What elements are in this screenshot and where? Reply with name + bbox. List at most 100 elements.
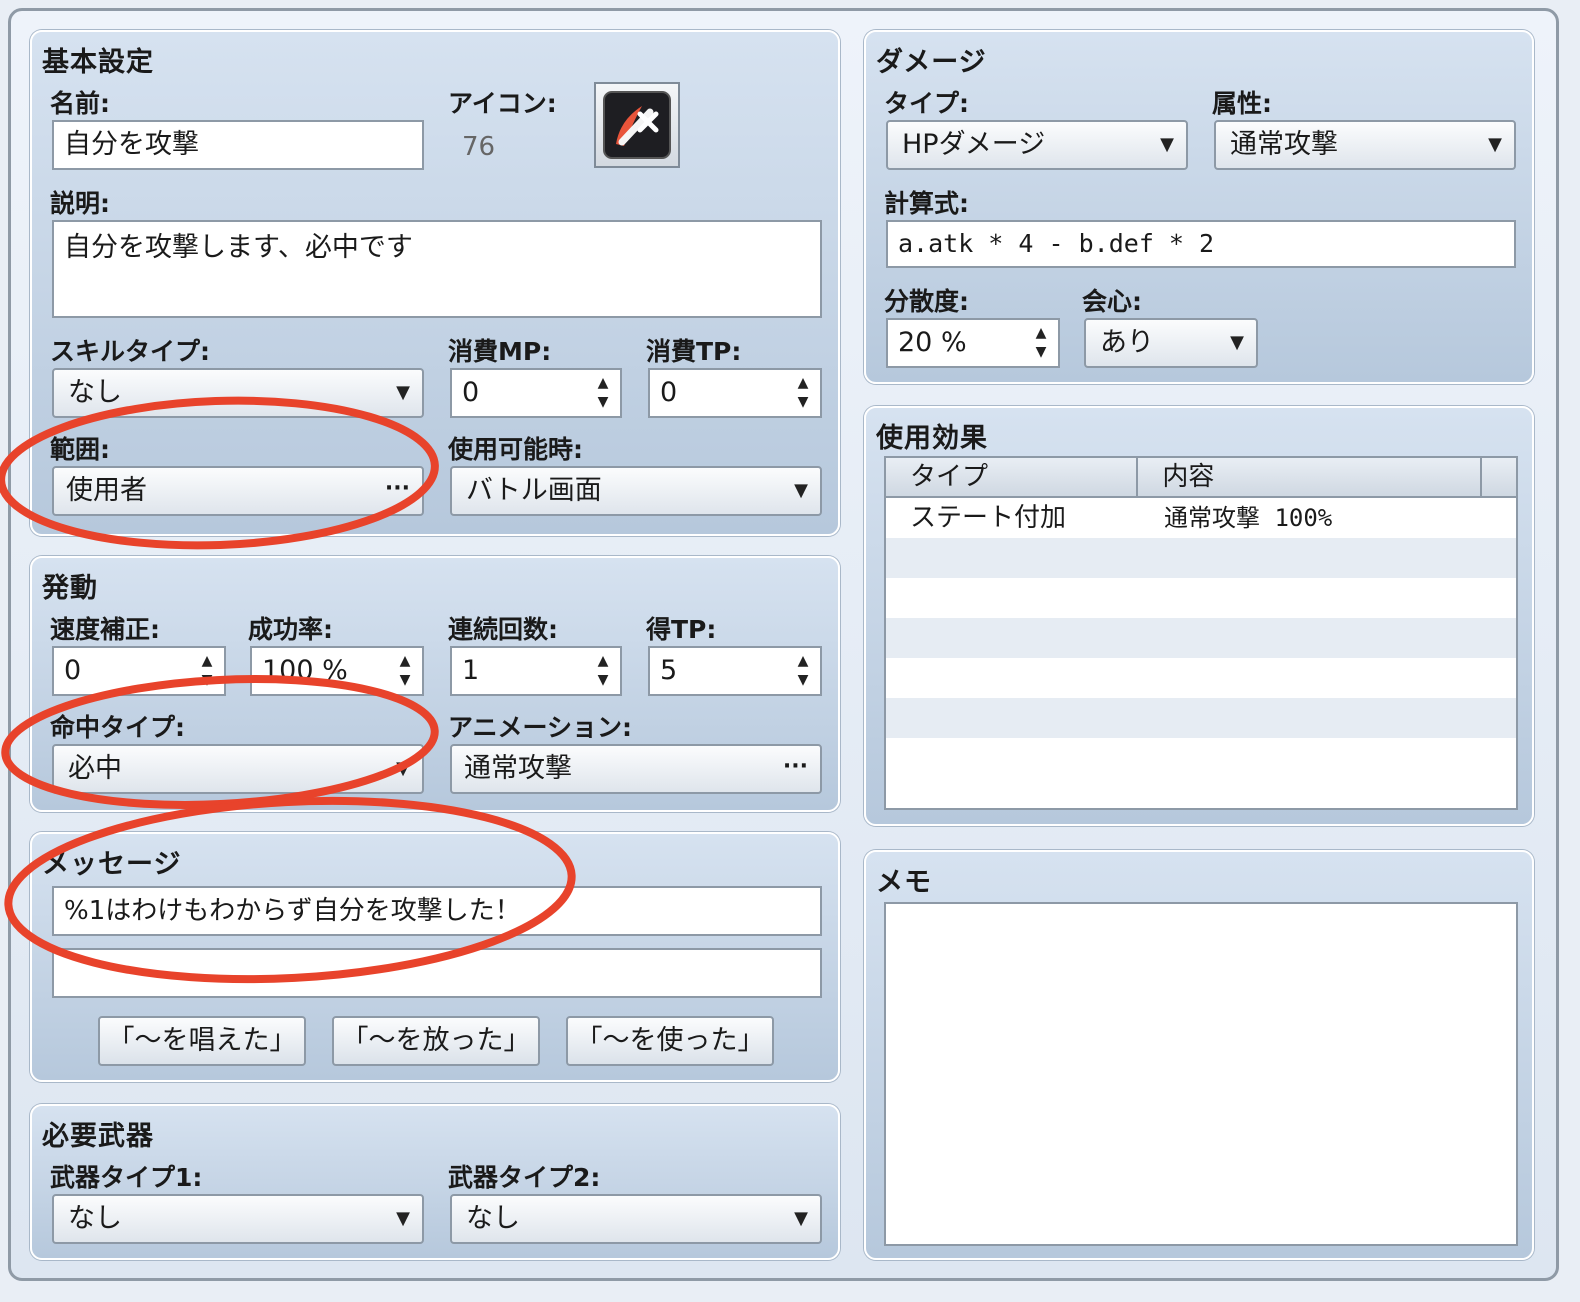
- weapon-type1-label: 武器タイプ1:: [50, 1163, 203, 1192]
- chevron-down-icon: ▼: [396, 1208, 410, 1229]
- mp-cost-value: 0: [462, 377, 480, 408]
- tp-cost-value: 0: [660, 377, 678, 408]
- success-label: 成功率:: [248, 615, 333, 644]
- ellipsis-icon: ···: [782, 754, 808, 779]
- speed-value: 0: [64, 655, 82, 686]
- hit-type-value: 必中: [68, 753, 122, 784]
- scope-select[interactable]: 使用者 ···: [52, 466, 424, 516]
- occasion-value: バトル画面: [466, 475, 602, 506]
- scope-value: 使用者: [66, 475, 147, 506]
- row-type: ステート付加: [910, 503, 1067, 533]
- effects-panel: 使用効果 タイプ 内容 ステート付加 通常攻撃 100%: [864, 406, 1534, 826]
- panel-title: 基本設定: [42, 47, 154, 78]
- message-fire-button[interactable]: 「～を放った」: [332, 1016, 540, 1066]
- effects-list-header: タイプ 内容: [886, 458, 1516, 498]
- sword-icon: [603, 91, 671, 159]
- table-row[interactable]: ステート付加 通常攻撃 100%: [886, 498, 1516, 538]
- table-row[interactable]: [886, 538, 1516, 578]
- element-value: 通常攻撃: [1230, 129, 1338, 160]
- spin-arrows-icon[interactable]: ▲ ▼: [1032, 324, 1050, 362]
- damage-type-select[interactable]: HPダメージ ▼: [886, 120, 1188, 170]
- row-content: 通常攻撃 100%: [1164, 504, 1333, 532]
- repeat-stepper[interactable]: 1 ▲ ▼: [450, 646, 622, 696]
- variance-value: 20 %: [898, 327, 967, 358]
- scope-label: 範囲:: [50, 435, 110, 464]
- message-cast-button[interactable]: 「～を唱えた」: [98, 1016, 306, 1066]
- table-row[interactable]: [886, 618, 1516, 658]
- spin-arrows-icon[interactable]: ▲ ▼: [794, 652, 812, 690]
- ellipsis-icon: ···: [384, 476, 410, 501]
- message-panel: メッセージ %1はわけもわからず自分を攻撃した！ 「～を唱えた」 「～を放った」…: [30, 832, 840, 1082]
- table-row[interactable]: [886, 658, 1516, 698]
- skilltype-value: なし: [68, 377, 122, 408]
- chevron-down-icon: ▼: [396, 382, 410, 403]
- occasion-label: 使用可能時:: [448, 435, 583, 464]
- skill-icon-button[interactable]: [594, 82, 680, 168]
- skilltype-select[interactable]: なし ▼: [52, 368, 424, 418]
- weapon-type1-select[interactable]: なし ▼: [52, 1194, 424, 1244]
- variance-label: 分散度:: [884, 287, 969, 316]
- panel-title: ダメージ: [876, 47, 987, 78]
- required-weapons-panel: 必要武器 武器タイプ1: なし ▼ 武器タイプ2: なし ▼: [30, 1104, 840, 1260]
- spin-arrows-icon[interactable]: ▲ ▼: [396, 652, 414, 690]
- icon-label: アイコン:: [448, 89, 557, 118]
- table-row[interactable]: [886, 578, 1516, 618]
- column-spacer: [1482, 458, 1516, 496]
- element-label: 属性:: [1212, 89, 1272, 118]
- mp-cost-label: 消費MP:: [448, 337, 552, 366]
- memo-panel: メモ: [864, 850, 1534, 1260]
- variance-stepper[interactable]: 20 % ▲ ▼: [886, 318, 1060, 368]
- message-line1-input[interactable]: %1はわけもわからず自分を攻撃した！: [52, 886, 822, 936]
- tp-gain-label: 得TP:: [646, 615, 717, 644]
- description-input[interactable]: 自分を攻撃します、必中です: [52, 220, 822, 318]
- weapon-type2-value: なし: [466, 1203, 520, 1234]
- message-use-button[interactable]: 「～を使った」: [566, 1016, 774, 1066]
- tp-cost-stepper[interactable]: 0 ▲ ▼: [648, 368, 822, 418]
- chevron-down-icon: ▼: [794, 1208, 808, 1229]
- skilltype-label: スキルタイプ:: [50, 337, 210, 366]
- damage-type-value: HPダメージ: [902, 129, 1046, 160]
- hit-type-label: 命中タイプ:: [50, 713, 185, 742]
- hit-type-select[interactable]: 必中 ▼: [52, 744, 424, 794]
- effects-list[interactable]: タイプ 内容 ステート付加 通常攻撃 100%: [884, 456, 1518, 810]
- panel-title: メモ: [876, 867, 932, 898]
- weapon-type2-select[interactable]: なし ▼: [450, 1194, 822, 1244]
- tp-gain-stepper[interactable]: 5 ▲ ▼: [648, 646, 822, 696]
- speed-label: 速度補正:: [50, 615, 160, 644]
- table-row[interactable]: [886, 738, 1516, 778]
- spin-arrows-icon[interactable]: ▲ ▼: [594, 374, 612, 412]
- panel-title: 使用効果: [876, 423, 988, 454]
- column-content[interactable]: 内容: [1138, 458, 1483, 496]
- repeat-label: 連続回数:: [448, 615, 558, 644]
- chevron-down-icon: ▼: [1488, 134, 1502, 155]
- chevron-down-icon: ▼: [396, 758, 410, 779]
- animation-select[interactable]: 通常攻撃 ···: [450, 744, 822, 794]
- spin-arrows-icon[interactable]: ▲ ▼: [794, 374, 812, 412]
- memo-input[interactable]: [884, 902, 1518, 1246]
- message-line2-input[interactable]: [52, 948, 822, 998]
- speed-stepper[interactable]: 0 ▲ ▼: [52, 646, 226, 696]
- element-select[interactable]: 通常攻撃 ▼: [1214, 120, 1516, 170]
- panel-title: 必要武器: [42, 1121, 154, 1152]
- chevron-down-icon: ▼: [1230, 332, 1244, 353]
- animation-value: 通常攻撃: [464, 753, 572, 784]
- tp-gain-value: 5: [660, 655, 678, 686]
- formula-input[interactable]: a.atk * 4 - b.def * 2: [886, 220, 1516, 268]
- name-input[interactable]: 自分を攻撃: [52, 120, 424, 170]
- weapon-type1-value: なし: [68, 1203, 122, 1234]
- critical-label: 会心:: [1082, 287, 1142, 316]
- success-stepper[interactable]: 100 % ▲ ▼: [250, 646, 424, 696]
- success-value: 100 %: [262, 655, 348, 686]
- repeat-value: 1: [462, 655, 480, 686]
- table-row[interactable]: [886, 698, 1516, 738]
- invocation-panel: 発動 速度補正: 0 ▲ ▼ 成功率: 100 % ▲ ▼ 連続回数: 1 ▲ ▼ 得…: [30, 556, 840, 812]
- effects-rows: ステート付加 通常攻撃 100%: [886, 498, 1516, 778]
- spin-arrows-icon[interactable]: ▲ ▼: [198, 652, 216, 690]
- chevron-down-icon: ▼: [1160, 134, 1174, 155]
- critical-select[interactable]: あり ▼: [1084, 318, 1258, 368]
- occasion-select[interactable]: バトル画面 ▼: [450, 466, 822, 516]
- spin-arrows-icon[interactable]: ▲ ▼: [594, 652, 612, 690]
- mp-cost-stepper[interactable]: 0 ▲ ▼: [450, 368, 622, 418]
- damage-type-label: タイプ:: [884, 89, 969, 118]
- column-type[interactable]: タイプ: [886, 458, 1139, 496]
